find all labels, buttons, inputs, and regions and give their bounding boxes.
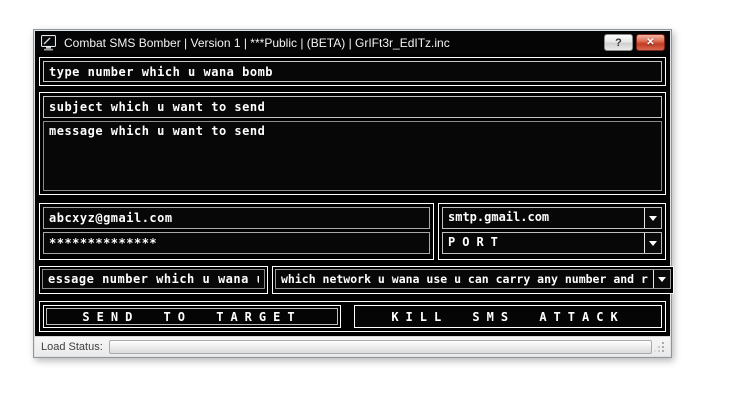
target-number-group [39, 57, 666, 86]
close-button[interactable]: ✕ [636, 34, 665, 51]
subject-input[interactable] [43, 96, 662, 118]
resize-grip-icon[interactable] [654, 340, 666, 354]
app-window: Combat SMS Bomber | Version 1 | ***Publi… [33, 29, 672, 358]
status-bar: Load Status: [35, 336, 670, 356]
target-number-input[interactable] [43, 61, 662, 82]
window-title: Combat SMS Bomber | Version 1 | ***Publi… [64, 36, 604, 50]
smtp-server-value: smtp.gmail.com [443, 208, 644, 228]
titlebar[interactable]: Combat SMS Bomber | Version 1 | ***Publi… [35, 31, 670, 54]
password-input[interactable] [43, 232, 430, 254]
chevron-down-icon[interactable] [644, 233, 661, 253]
kill-sms-attack-button[interactable]: KILL SMS ATTACK [354, 305, 662, 328]
sender-row: which network u wana use u can carry any… [39, 266, 666, 294]
chevron-down-icon[interactable] [653, 270, 670, 288]
load-status-label: Load Status: [41, 341, 103, 353]
network-value: which network u wana use u can carry any… [276, 270, 653, 288]
smtp-server-combobox[interactable]: smtp.gmail.com [442, 207, 662, 229]
network-combobox[interactable]: which network u wana use u can carry any… [275, 269, 671, 289]
subject-message-group: message which u want to send [39, 92, 666, 195]
port-combobox[interactable]: PORT [442, 232, 662, 254]
help-button[interactable]: ? [604, 34, 633, 51]
client-area: message which u want to send smtp.gmail.… [35, 57, 670, 332]
button-gap [341, 305, 354, 328]
credentials-group [39, 203, 434, 260]
send-to-target-button[interactable]: SEND TO TARGET [43, 305, 341, 328]
computer-icon [41, 35, 58, 51]
server-group: smtp.gmail.com PORT [438, 203, 666, 260]
actions-group: SEND TO TARGET KILL SMS ATTACK [39, 301, 666, 332]
network-group: which network u wana use u can carry any… [272, 266, 674, 294]
caption-buttons: ? ✕ [604, 34, 665, 51]
message-number-group [39, 266, 268, 294]
load-progressbar [109, 340, 652, 354]
chevron-down-icon[interactable] [644, 208, 661, 228]
message-textarea[interactable]: message which u want to send [43, 121, 662, 191]
credentials-row: smtp.gmail.com PORT [39, 203, 666, 260]
message-number-input[interactable] [42, 269, 265, 289]
port-value: PORT [443, 233, 644, 253]
email-input[interactable] [43, 207, 430, 229]
